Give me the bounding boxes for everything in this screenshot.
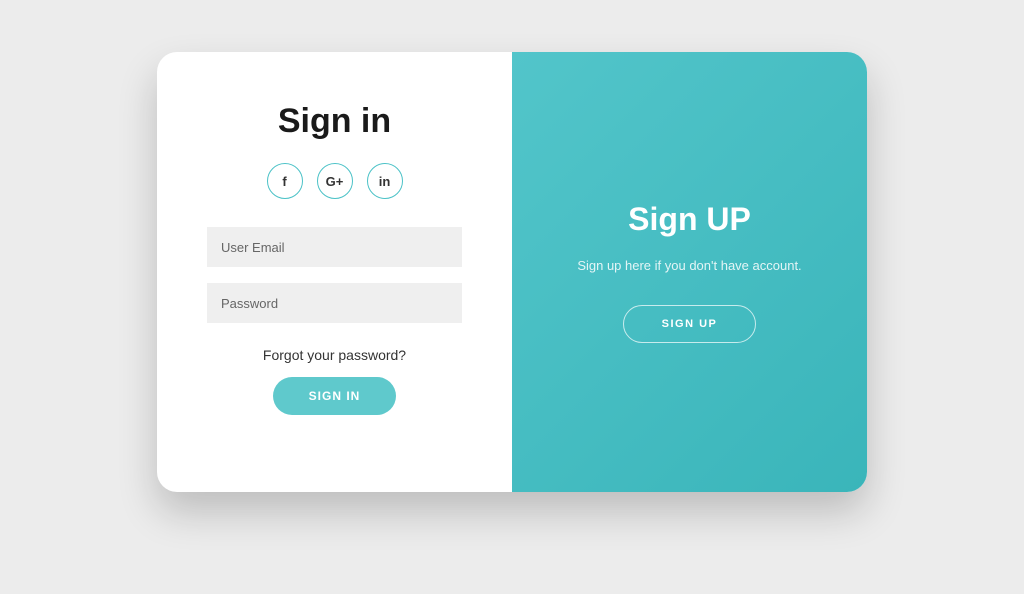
signup-panel: Sign UP Sign up here if you don't have a… [512,52,867,492]
google-plus-icon[interactable]: G+ [317,163,353,199]
google-glyph: G+ [326,174,344,189]
password-field[interactable] [207,283,462,323]
signup-title: Sign UP [628,201,751,238]
signup-subtitle: Sign up here if you don't have account. [577,258,801,273]
auth-card: Sign in f G+ in Forgot your password? SI… [157,52,867,492]
social-icons-row: f G+ in [267,163,403,199]
linkedin-glyph: in [379,174,391,189]
facebook-icon[interactable]: f [267,163,303,199]
facebook-glyph: f [282,174,286,189]
linkedin-icon[interactable]: in [367,163,403,199]
email-field[interactable] [207,227,462,267]
signin-panel: Sign in f G+ in Forgot your password? SI… [157,52,512,492]
signup-button[interactable]: SIGN UP [623,305,757,343]
signin-button[interactable]: SIGN IN [273,377,397,415]
signin-title: Sign in [278,102,391,141]
forgot-password-link[interactable]: Forgot your password? [263,347,406,363]
